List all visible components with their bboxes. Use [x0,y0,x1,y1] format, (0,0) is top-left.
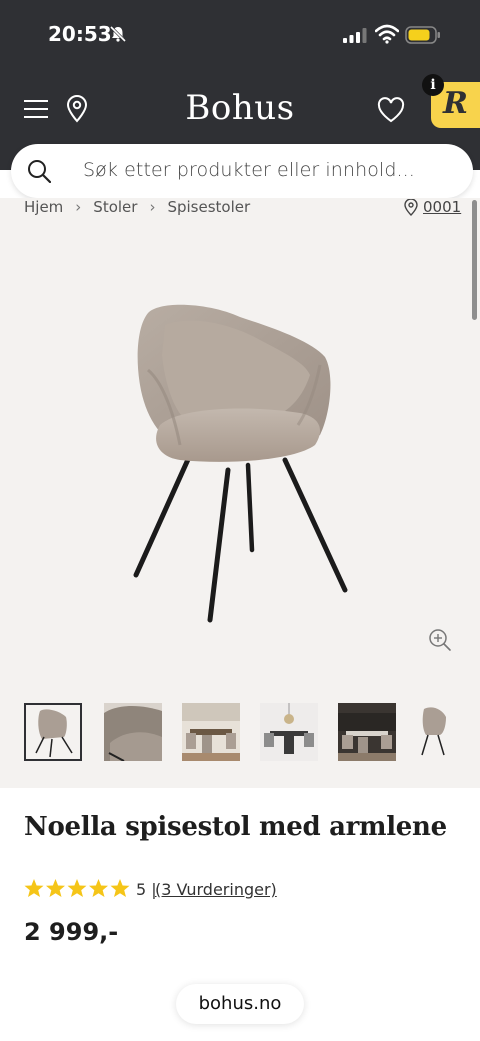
thumbnail-5[interactable] [338,703,396,761]
store-selector[interactable]: 0001 [404,198,461,216]
thumbnail-strip [24,703,480,763]
breadcrumb-stoler[interactable]: Stoler [93,198,137,216]
bell-off-icon [109,25,127,43]
rating-value: 5 | [136,880,157,899]
breadcrumb-home[interactable]: Hjem [24,198,63,216]
breadcrumb-spisestoler[interactable]: Spisestoler [167,198,250,216]
status-time: 20:53 [48,22,112,46]
search-input[interactable]: Søk etter produkter eller innhold... [83,159,415,181]
signal-icon [343,28,367,43]
info-icon[interactable]: i [422,74,444,96]
breadcrumb-separator: › [75,198,82,216]
breadcrumb-separator: › [149,198,156,216]
thumbnail-1[interactable] [24,703,82,761]
store-code: 0001 [423,198,462,216]
thumbnail-2[interactable] [104,703,162,761]
product-price: 2 999,- [24,918,119,946]
breadcrumb: Hjem › Stoler › Spisestoler [24,198,250,216]
status-bar: 20:53 [0,0,480,72]
map-pin-icon [404,198,418,216]
wishlist-heart-icon[interactable] [377,97,405,123]
product-info: Noella spisestol med armlene 5 | (3 Vurd… [0,788,480,1041]
search-bar[interactable]: Søk etter produkter eller innhold... [11,144,473,198]
thumbnail-4[interactable] [260,703,318,761]
product-title: Noella spisestol med armlene [24,812,447,842]
reviews-link[interactable]: (3 Vurderinger) [155,880,277,899]
wifi-icon [375,24,399,44]
page-scrollbar[interactable] [472,200,477,320]
site-logo[interactable]: Bohus [0,88,480,128]
product-main-image[interactable] [120,295,360,625]
search-icon [28,160,51,183]
thumbnail-3[interactable] [182,703,240,761]
thumbnail-6[interactable] [416,703,458,761]
battery-icon [405,26,440,44]
browser-url-pill[interactable]: bohus.no [176,984,304,1024]
rating-stars-icon [24,879,130,897]
loyalty-badge-letter: R [443,86,468,121]
zoom-icon[interactable] [428,628,452,652]
